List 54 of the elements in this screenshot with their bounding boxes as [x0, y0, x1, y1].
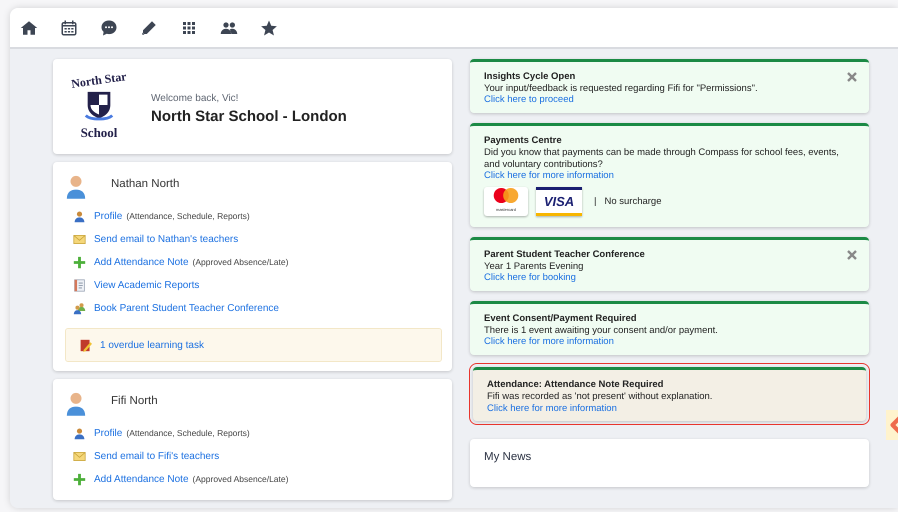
email-link[interactable]: Send email to Fifi's teachers: [94, 449, 220, 464]
close-button[interactable]: [847, 72, 857, 82]
student-name: Fifi North: [111, 394, 158, 410]
envelope-icon: [73, 233, 86, 246]
notice-text: Fifi was recorded as 'not present' without explanation.: [487, 390, 714, 403]
link-note: (Attendance, Schedule, Reports): [126, 210, 250, 223]
people-icon: [73, 302, 86, 315]
close-button[interactable]: [847, 250, 857, 260]
star-icon[interactable]: [260, 18, 278, 36]
link-note: (Approved Absence/Late): [192, 473, 288, 486]
welcome-text: Welcome back, Vic!: [151, 92, 240, 106]
link[interactable]: Book Parent Student Teacher Conference: [94, 301, 279, 316]
notice-link[interactable]: Click here for more information: [487, 402, 617, 414]
pencil-icon[interactable]: [140, 18, 158, 36]
notice-title: Parent Student Teacher Conference: [484, 248, 646, 261]
notice-title: Payments Centre: [484, 135, 563, 147]
link-note: (Attendance, Schedule, Reports): [126, 427, 250, 440]
visa-logo: VISA: [536, 186, 582, 216]
profile-icon: [73, 210, 86, 223]
notice-text: Your input/feedback is requested regarding Fifi for "Permissions".: [484, 82, 759, 94]
plus-icon: [73, 473, 86, 486]
chat-icon[interactable]: [100, 18, 118, 36]
home-icon[interactable]: [20, 18, 38, 36]
link[interactable]: Add Attendance Note: [94, 472, 189, 487]
notice-title: Attendance: Attendance Note Required: [487, 379, 664, 391]
link[interactable]: Add Attendance Note: [94, 255, 189, 270]
link[interactable]: Profile: [94, 209, 122, 224]
separator-text: |: [594, 196, 596, 208]
email-link[interactable]: Send email to Nathan's teachers: [94, 232, 238, 247]
notice-text: Did you know that payments can be made through Compass for school fees, events, and voluntary contributions?: [484, 146, 840, 170]
logo-text: School: [80, 124, 118, 142]
notice-text: Year 1 Parents Evening: [484, 260, 584, 272]
notice-link[interactable]: Click here for booking: [484, 272, 576, 284]
notice-link[interactable]: Click here for more information: [484, 170, 614, 182]
profile-icon: [73, 427, 86, 440]
news-title: My News: [484, 450, 532, 466]
notice-link[interactable]: Click here to proceed: [484, 94, 574, 106]
plus-icon: [73, 256, 86, 269]
school-name: North Star School - London: [151, 106, 347, 127]
notice-title: Event Consent/Payment Required: [484, 313, 638, 325]
link[interactable]: Profile: [94, 426, 122, 441]
notice-text: There is 1 event awaiting your consent and/or payment.: [484, 324, 719, 336]
logo-text: North Star: [70, 68, 128, 93]
notice-title: Insights Cycle Open: [484, 71, 576, 83]
notice-link[interactable]: Click here for more information: [484, 336, 614, 348]
envelope-icon: [73, 450, 86, 463]
link-note: (Approved Absence/Late): [192, 256, 288, 269]
calendar-icon[interactable]: [60, 18, 78, 36]
surcharge-text: No surcharge: [604, 196, 662, 208]
student-name: Nathan North: [111, 177, 180, 192]
task-link[interactable]: 1 overdue learning task: [100, 338, 204, 352]
report-icon: [73, 279, 86, 292]
link[interactable]: View Academic Reports: [94, 278, 200, 293]
task-icon: [79, 338, 92, 352]
